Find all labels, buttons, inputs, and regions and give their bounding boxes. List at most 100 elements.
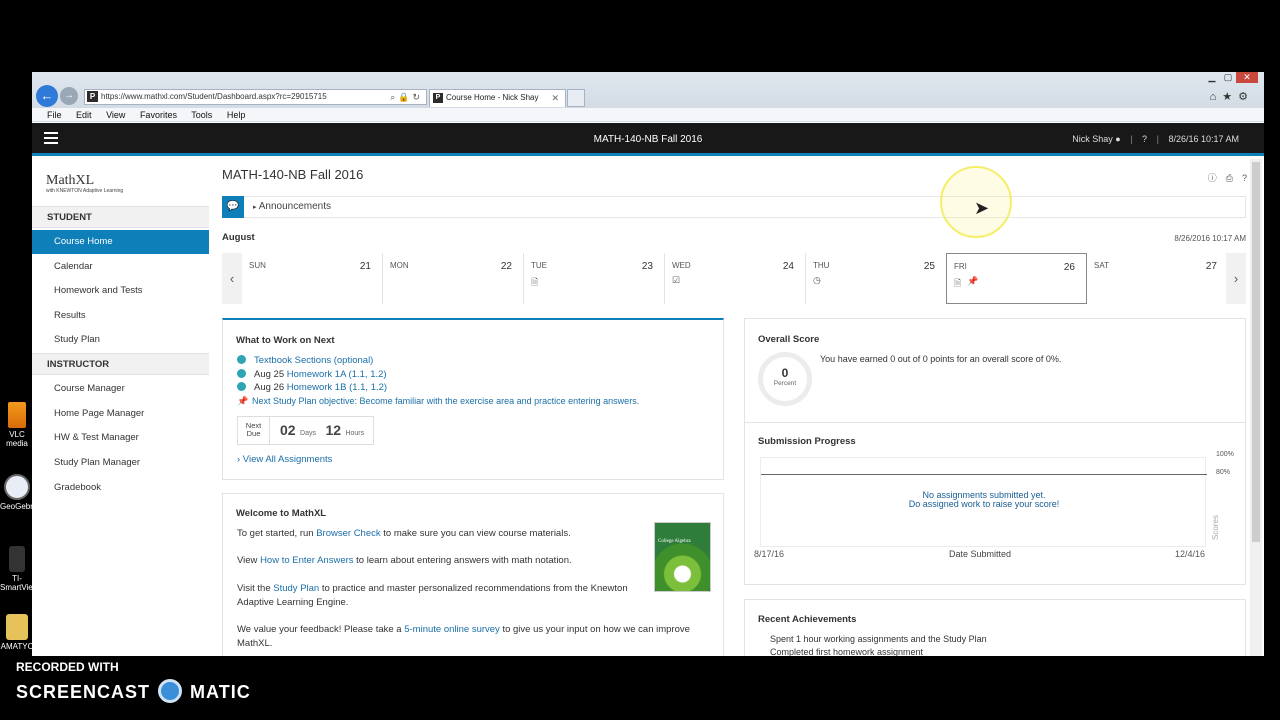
- homework-1a-link[interactable]: Homework 1A (1.1, 1.2): [287, 369, 387, 380]
- panel-title: Submission Progress: [758, 436, 856, 447]
- document-icon[interactable]: 🗎: [954, 276, 961, 292]
- geogebra-desktop-icon[interactable]: GeoGebra: [0, 474, 34, 512]
- calendar-day[interactable]: THU 25 ◷: [806, 253, 947, 304]
- how-to-enter-answers-link[interactable]: How to Enter Answers: [260, 555, 353, 566]
- info-icon[interactable]: ⓘ: [1208, 173, 1226, 183]
- panel-title: What to Work on Next: [236, 335, 335, 346]
- menu-view[interactable]: View: [106, 110, 125, 120]
- work-item[interactable]: Aug 26 Homework 1B (1.1, 1.2): [237, 382, 387, 393]
- y-axis-100: 100%: [1216, 451, 1234, 458]
- address-controls[interactable]: ⌕🔒↻: [390, 90, 423, 104]
- sidebar-item-home-page-manager[interactable]: Home Page Manager: [32, 402, 209, 426]
- home-icon[interactable]: ⌂: [1210, 91, 1223, 103]
- print-icon[interactable]: ⎙: [1226, 173, 1242, 183]
- due-label: Due: [246, 429, 261, 438]
- text: to give us your input on how we can impr…: [499, 624, 690, 635]
- textbook-sections-link[interactable]: Textbook Sections (optional): [254, 355, 373, 366]
- page-scrollbar[interactable]: [1250, 159, 1262, 656]
- checkbox-icon[interactable]: ☑: [672, 275, 680, 286]
- document-icon[interactable]: 🗎: [531, 275, 538, 291]
- calendar-day-today[interactable]: FRI 26 🗎 📌: [946, 253, 1087, 304]
- work-item[interactable]: Textbook Sections (optional): [237, 355, 373, 366]
- sidebar-item-course-home[interactable]: Course Home: [32, 230, 209, 254]
- close-icon[interactable]: ✕: [1236, 72, 1258, 83]
- status-dot-icon: [237, 382, 246, 391]
- menu-favorites[interactable]: Favorites: [140, 110, 177, 120]
- vlc-desktop-icon[interactable]: VLC media player: [0, 402, 34, 448]
- y-axis-80: 80%: [1216, 469, 1231, 476]
- pushpin-icon[interactable]: 📌: [967, 276, 978, 287]
- geogebra-icon: [4, 474, 30, 500]
- browser-check-link[interactable]: Browser Check: [316, 528, 380, 539]
- sidebar-item-course-manager[interactable]: Course Manager: [32, 377, 209, 401]
- work-item[interactable]: Aug 25 Homework 1A (1.1, 1.2): [237, 369, 387, 380]
- submission-progress-panel: Submission Progress No assignments submi…: [744, 423, 1246, 585]
- prev-week-button[interactable]: ‹: [222, 253, 242, 304]
- menu-file[interactable]: File: [47, 110, 62, 120]
- sidebar-item-results[interactable]: Results: [32, 304, 209, 328]
- calendar-datetime: 8/26/2016 10:17 AM: [1174, 234, 1246, 243]
- tab-close-icon[interactable]: ✕: [551, 90, 559, 106]
- vlc-icon: [8, 402, 26, 428]
- panel-title: Welcome to MathXL: [236, 508, 327, 519]
- welcome-paragraph: Visit the Study Plan to practice and mas…: [237, 582, 647, 610]
- work-item[interactable]: 📌 Next Study Plan objective: Become famil…: [237, 396, 639, 407]
- countdown: 02 Days 12 Hours: [280, 422, 364, 440]
- clock-icon[interactable]: ◷: [813, 275, 821, 286]
- sidebar-item-gradebook[interactable]: Gradebook: [32, 476, 209, 500]
- x-axis-label: Date Submitted: [949, 549, 1012, 559]
- page-tools: ⓘ⎙?: [1208, 171, 1256, 184]
- calendar-day[interactable]: SUN 21: [242, 253, 383, 304]
- day-name: THU: [813, 261, 830, 270]
- announcements-toggle[interactable]: ▸ Announcements: [253, 197, 331, 218]
- homework-1b-link[interactable]: Homework 1B (1.1, 1.2): [287, 382, 387, 393]
- scrollbar-thumb[interactable]: [1252, 162, 1260, 542]
- sidebar-item-study-plan-manager[interactable]: Study Plan Manager: [32, 451, 209, 475]
- textbook-cover-image[interactable]: College Algebra: [654, 522, 711, 592]
- help-icon[interactable]: ?: [1142, 134, 1147, 144]
- page-title: MATH-140-NB Fall 2016: [222, 167, 364, 182]
- sidebar-item-study-plan[interactable]: Study Plan: [32, 328, 209, 352]
- sidebar-item-calendar[interactable]: Calendar: [32, 255, 209, 279]
- calendar-day[interactable]: MON 22: [383, 253, 524, 304]
- status-dot-icon: [237, 355, 246, 364]
- logo-subtitle: with KNEWTON Adaptive Learning: [46, 188, 124, 194]
- menu-help[interactable]: Help: [227, 110, 246, 120]
- online-survey-link[interactable]: 5-minute online survey: [404, 624, 500, 635]
- calendar-day[interactable]: TUE 23 🗎: [524, 253, 665, 304]
- announcements-bar[interactable]: 💬 ▸ Announcements: [222, 196, 1246, 218]
- browser-tab[interactable]: P Course Home - Nick Shay ✕: [429, 89, 566, 107]
- ti84-desktop-icon[interactable]: TI-SmartView TI-84 Plus: [0, 546, 34, 592]
- screen: VLC media player GeoGebra TI-SmartView T…: [0, 0, 1280, 720]
- sidebar-item-hw-test-manager[interactable]: HW & Test Manager: [32, 426, 209, 450]
- calendar-day[interactable]: SAT 27: [1087, 253, 1228, 304]
- favorites-star-icon[interactable]: ★: [1222, 91, 1238, 103]
- calendar-day[interactable]: WED 24 ☑: [665, 253, 806, 304]
- text: to make sure you can view course materia…: [380, 528, 571, 539]
- header-user-area: Nick Shay ● | ? | 8/26/16 10:17 AM: [1072, 134, 1239, 144]
- user-name[interactable]: Nick Shay: [1072, 134, 1113, 144]
- book-title: College Algebra: [658, 539, 691, 544]
- new-tab-button[interactable]: [567, 89, 585, 107]
- view-all-assignments-link[interactable]: › View All Assignments: [237, 454, 332, 465]
- text: We value your feedback! Please take a: [237, 624, 405, 635]
- next-week-button[interactable]: ›: [1226, 253, 1246, 304]
- achievement-item: Completed first homework assignment: [770, 647, 924, 656]
- menu-edit[interactable]: Edit: [76, 110, 92, 120]
- minimize-icon[interactable]: ▁: [1204, 72, 1220, 83]
- maximize-icon[interactable]: ▢: [1220, 72, 1236, 83]
- desktop-icon-label: VLC media player: [6, 430, 28, 448]
- panel-title: Recent Achievements: [758, 614, 857, 625]
- score-gauge: 0 Percent: [758, 352, 812, 406]
- achievement-item: Spent 1 hour working assignments and the…: [770, 634, 987, 644]
- menu-tools[interactable]: Tools: [191, 110, 212, 120]
- address-bar[interactable]: P https://www.mathxl.com/Student/Dashboa…: [84, 89, 427, 105]
- back-button[interactable]: ←: [36, 85, 58, 107]
- amatyc-desktop-icon[interactable]: AMATYC: [0, 614, 34, 651]
- forward-button[interactable]: →: [60, 87, 78, 105]
- study-plan-objective-link[interactable]: Next Study Plan objective: Become famili…: [252, 396, 639, 406]
- hamburger-menu-icon[interactable]: [44, 132, 58, 144]
- settings-gear-icon[interactable]: ⚙: [1238, 91, 1254, 103]
- study-plan-link[interactable]: Study Plan: [273, 583, 319, 594]
- sidebar-item-homework-tests[interactable]: Homework and Tests: [32, 279, 209, 303]
